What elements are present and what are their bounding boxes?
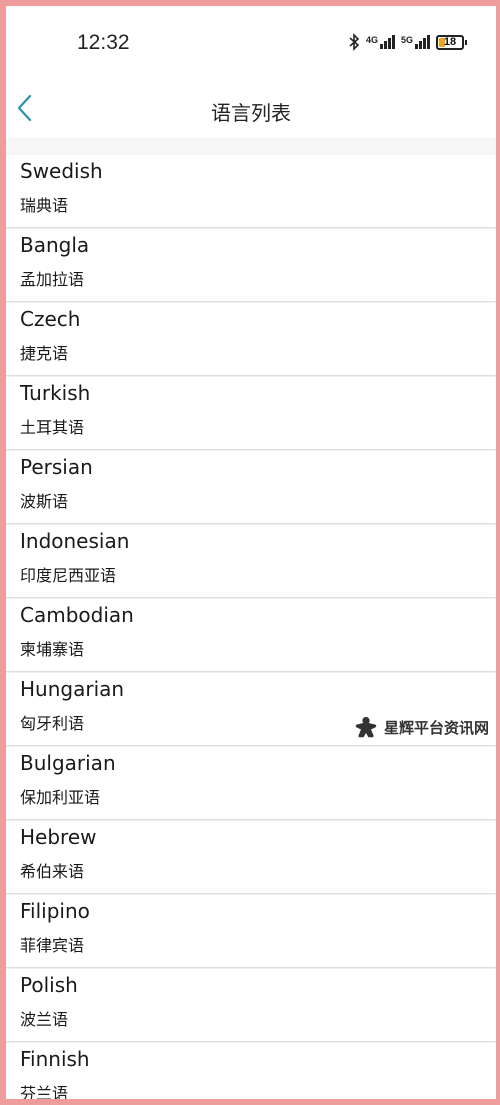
language-name: Bangla: [20, 233, 90, 257]
meeple-logo-icon: [355, 717, 377, 738]
language-name: Polish: [20, 973, 78, 997]
status-bar: 12:32 4G 5G 18: [6, 6, 496, 82]
language-name: Filipino: [20, 899, 90, 923]
language-item-hebrew[interactable]: Hebrew 希伯来语: [6, 821, 496, 893]
language-name: Swedish: [20, 159, 103, 183]
language-name: Finnish: [20, 1047, 90, 1071]
status-icons: 4G 5G 18: [348, 33, 467, 51]
language-item-bangla[interactable]: Bangla 孟加拉语: [6, 229, 496, 301]
language-item-indonesian[interactable]: Indonesian 印度尼西亚语: [6, 525, 496, 597]
language-native-name: 菲律宾语: [20, 936, 85, 955]
language-item-czech[interactable]: Czech 捷克语: [6, 303, 496, 375]
language-native-name: 匈牙利语: [20, 714, 85, 733]
signal-5g-icon: 5G: [401, 35, 430, 49]
language-native-name: 保加利亚语: [20, 788, 101, 807]
language-name: Hungarian: [20, 677, 125, 701]
language-item-filipino[interactable]: Filipino 菲律宾语: [6, 895, 496, 967]
language-name: Persian: [20, 455, 93, 479]
language-native-name: 印度尼西亚语: [20, 566, 117, 585]
language-native-name: 土耳其语: [20, 418, 85, 437]
page-title: 语言列表: [211, 101, 291, 125]
language-name: Hebrew: [20, 825, 97, 849]
language-name: Indonesian: [20, 529, 130, 553]
language-native-name: 柬埔寨语: [20, 640, 85, 659]
network-5g-label: 5G: [400, 35, 413, 45]
language-name: Turkish: [20, 381, 91, 405]
language-name: Cambodian: [20, 603, 134, 627]
language-item-bulgarian[interactable]: Bulgarian 保加利亚语: [6, 747, 496, 819]
language-list: Swedish 瑞典语 Bangla 孟加拉语 Czech 捷克语 Turkis…: [6, 155, 496, 1099]
language-native-name: 捷克语: [20, 344, 69, 363]
language-native-name: 芬兰语: [20, 1084, 69, 1099]
language-native-name: 波兰语: [20, 1010, 69, 1029]
language-native-name: 希伯来语: [20, 862, 85, 881]
language-item-swedish[interactable]: Swedish 瑞典语: [6, 155, 496, 227]
language-item-turkish[interactable]: Turkish 土耳其语: [6, 377, 496, 449]
battery-icon: 18: [436, 34, 467, 50]
app-header: 语言列表: [6, 82, 496, 138]
status-time: 12:32: [77, 31, 130, 54]
battery-level: 18: [443, 36, 457, 48]
language-item-persian[interactable]: Persian 波斯语: [6, 451, 496, 523]
language-native-name: 波斯语: [20, 492, 69, 511]
phone-screen: 12:32 4G 5G 18 语言列表 Swedish 瑞典语 Bangla 孟…: [6, 6, 496, 1099]
bluetooth-icon: [349, 33, 360, 51]
signal-4g-icon: 4G: [366, 35, 395, 49]
language-name: Czech: [20, 307, 81, 331]
watermark-text: 星辉平台资讯网: [384, 718, 490, 737]
language-item-cambodian[interactable]: Cambodian 柬埔寨语: [6, 599, 496, 671]
language-native-name: 瑞典语: [20, 196, 69, 215]
language-item-finnish[interactable]: Finnish 芬兰语: [6, 1043, 496, 1099]
network-4g-label: 4G: [365, 35, 378, 45]
language-name: Bulgarian: [20, 751, 116, 775]
language-native-name: 孟加拉语: [20, 270, 85, 289]
language-item-polish[interactable]: Polish 波兰语: [6, 969, 496, 1041]
watermark: 星辉平台资讯网: [350, 710, 496, 744]
